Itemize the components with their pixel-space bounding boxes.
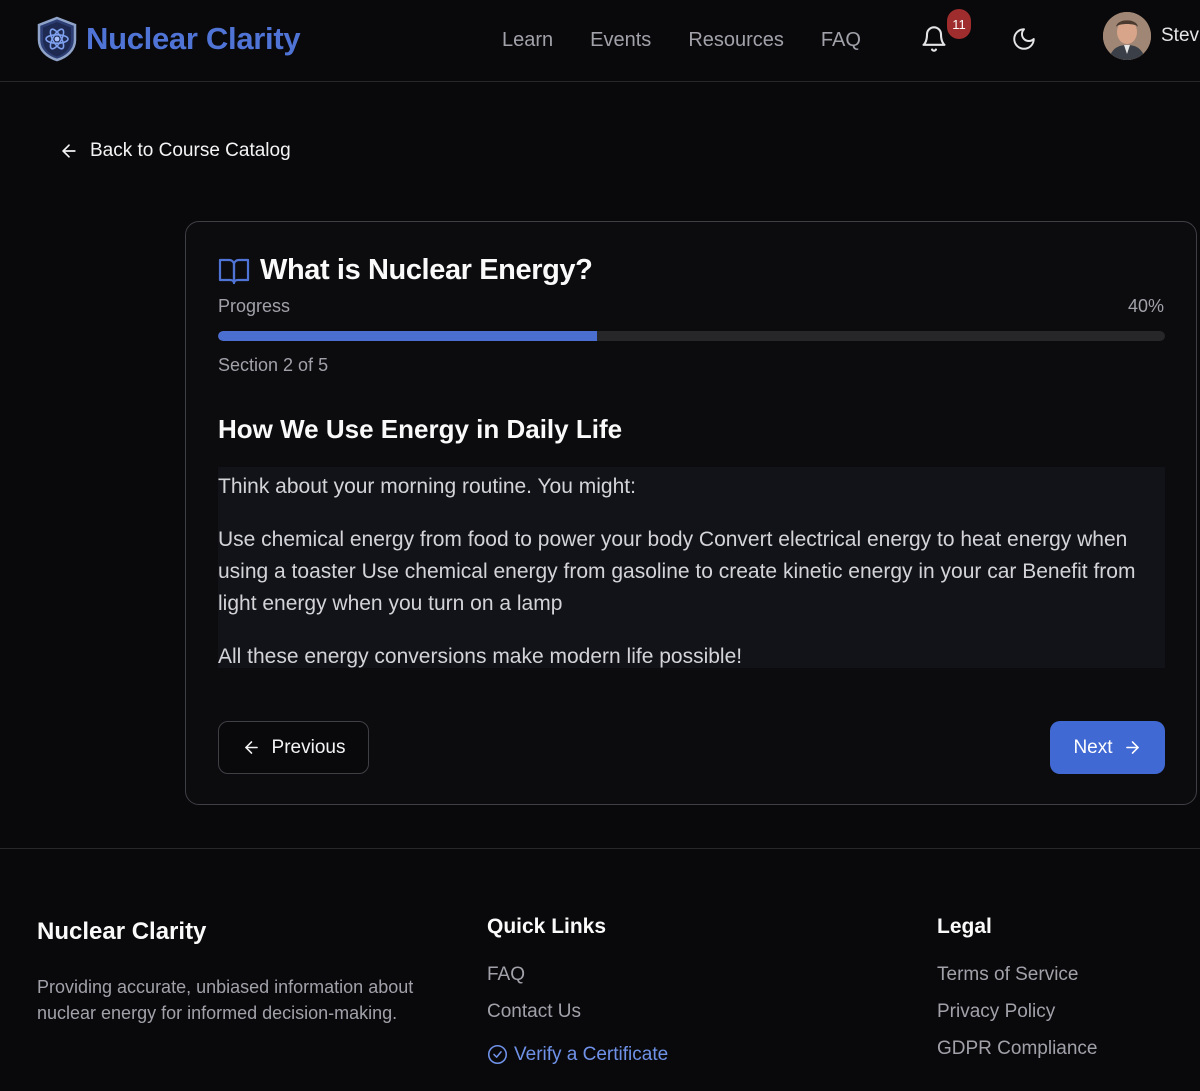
lesson-title-row: What is Nuclear Energy? bbox=[218, 254, 593, 287]
section-content: Think about your morning routine. You mi… bbox=[218, 467, 1165, 668]
check-circle-icon bbox=[487, 1044, 508, 1065]
top-navbar: Nuclear Clarity Learn Events Resources F… bbox=[0, 0, 1200, 82]
nav-faq[interactable]: FAQ bbox=[821, 27, 861, 53]
legal-links-list: Terms of Service Privacy Policy GDPR Com… bbox=[937, 962, 1098, 1073]
back-to-catalog-link[interactable]: Back to Course Catalog bbox=[59, 140, 291, 162]
nav-resources[interactable]: Resources bbox=[688, 27, 784, 53]
arrow-left-icon bbox=[244, 741, 258, 754]
nav-learn[interactable]: Learn bbox=[502, 27, 553, 53]
moon-icon[interactable] bbox=[1011, 26, 1037, 52]
main-nav: Learn Events Resources FAQ bbox=[502, 27, 898, 53]
progress-bar-fill bbox=[218, 331, 597, 341]
footer: Nuclear Clarity Providing accurate, unbi… bbox=[0, 848, 1200, 1091]
footer-brand-title: Nuclear Clarity bbox=[37, 918, 207, 945]
section-heading: How We Use Energy in Daily Life bbox=[218, 414, 623, 444]
section-counter: Section 2 of 5 bbox=[218, 355, 329, 375]
lesson-card: What is Nuclear Energy? Progress 40% Sec… bbox=[185, 221, 1197, 805]
brand-name: Nuclear Clarity bbox=[86, 21, 301, 56]
brand[interactable]: Nuclear Clarity bbox=[36, 16, 301, 62]
footer-legal-column: Legal Terms of Service Privacy Policy GD… bbox=[937, 915, 1098, 1073]
progress-percent: 40% bbox=[1127, 296, 1164, 316]
next-button[interactable]: Next bbox=[1050, 721, 1165, 774]
footer-link-verify-certificate[interactable]: Verify a Certificate bbox=[487, 1036, 668, 1073]
avatar[interactable] bbox=[1103, 12, 1151, 60]
shield-atom-logo-icon bbox=[37, 16, 77, 62]
content-paragraph: Use chemical energy from food to power y… bbox=[218, 528, 1136, 615]
content-paragraph: Think about your morning routine. You mi… bbox=[218, 475, 636, 498]
avatar-image bbox=[1103, 12, 1151, 60]
progress-label: Progress bbox=[218, 296, 291, 316]
quick-links-heading: Quick Links bbox=[487, 915, 607, 938]
nav-events[interactable]: Events bbox=[590, 27, 651, 53]
footer-link-terms[interactable]: Terms of Service bbox=[937, 962, 1098, 999]
book-open-icon bbox=[218, 258, 250, 284]
verify-certificate-label: Verify a Certificate bbox=[514, 1043, 669, 1065]
back-link-label: Back to Course Catalog bbox=[90, 140, 291, 161]
previous-button[interactable]: Previous bbox=[218, 721, 369, 774]
footer-brand-description: Providing accurate, unbiased information… bbox=[37, 977, 414, 1023]
footer-link-privacy[interactable]: Privacy Policy bbox=[937, 999, 1098, 1036]
legal-heading: Legal bbox=[937, 915, 992, 938]
quick-links-list: FAQ Contact Us Verify a Certificate bbox=[487, 962, 668, 1073]
notification-badge: 11 bbox=[947, 9, 971, 39]
lesson-title: What is Nuclear Energy? bbox=[260, 254, 593, 286]
footer-link-gdpr[interactable]: GDPR Compliance bbox=[937, 1036, 1098, 1073]
bell-icon[interactable] bbox=[920, 24, 948, 54]
arrow-right-icon bbox=[1125, 741, 1139, 754]
progress-bar bbox=[218, 331, 1165, 341]
next-button-label: Next bbox=[1073, 736, 1113, 758]
footer-brand-column: Nuclear Clarity Providing accurate, unbi… bbox=[37, 915, 457, 1026]
previous-button-label: Previous bbox=[271, 736, 346, 758]
footer-link-contact[interactable]: Contact Us bbox=[487, 999, 668, 1036]
arrow-left-icon bbox=[62, 144, 76, 158]
footer-link-faq[interactable]: FAQ bbox=[487, 962, 668, 999]
footer-quick-links-column: Quick Links FAQ Contact Us Verify a Cert… bbox=[487, 915, 668, 1073]
user-name[interactable]: Stev bbox=[1161, 25, 1199, 47]
page: Nuclear Clarity Learn Events Resources F… bbox=[0, 0, 1200, 1091]
content-paragraph: All these energy conversions make modern… bbox=[218, 645, 743, 668]
